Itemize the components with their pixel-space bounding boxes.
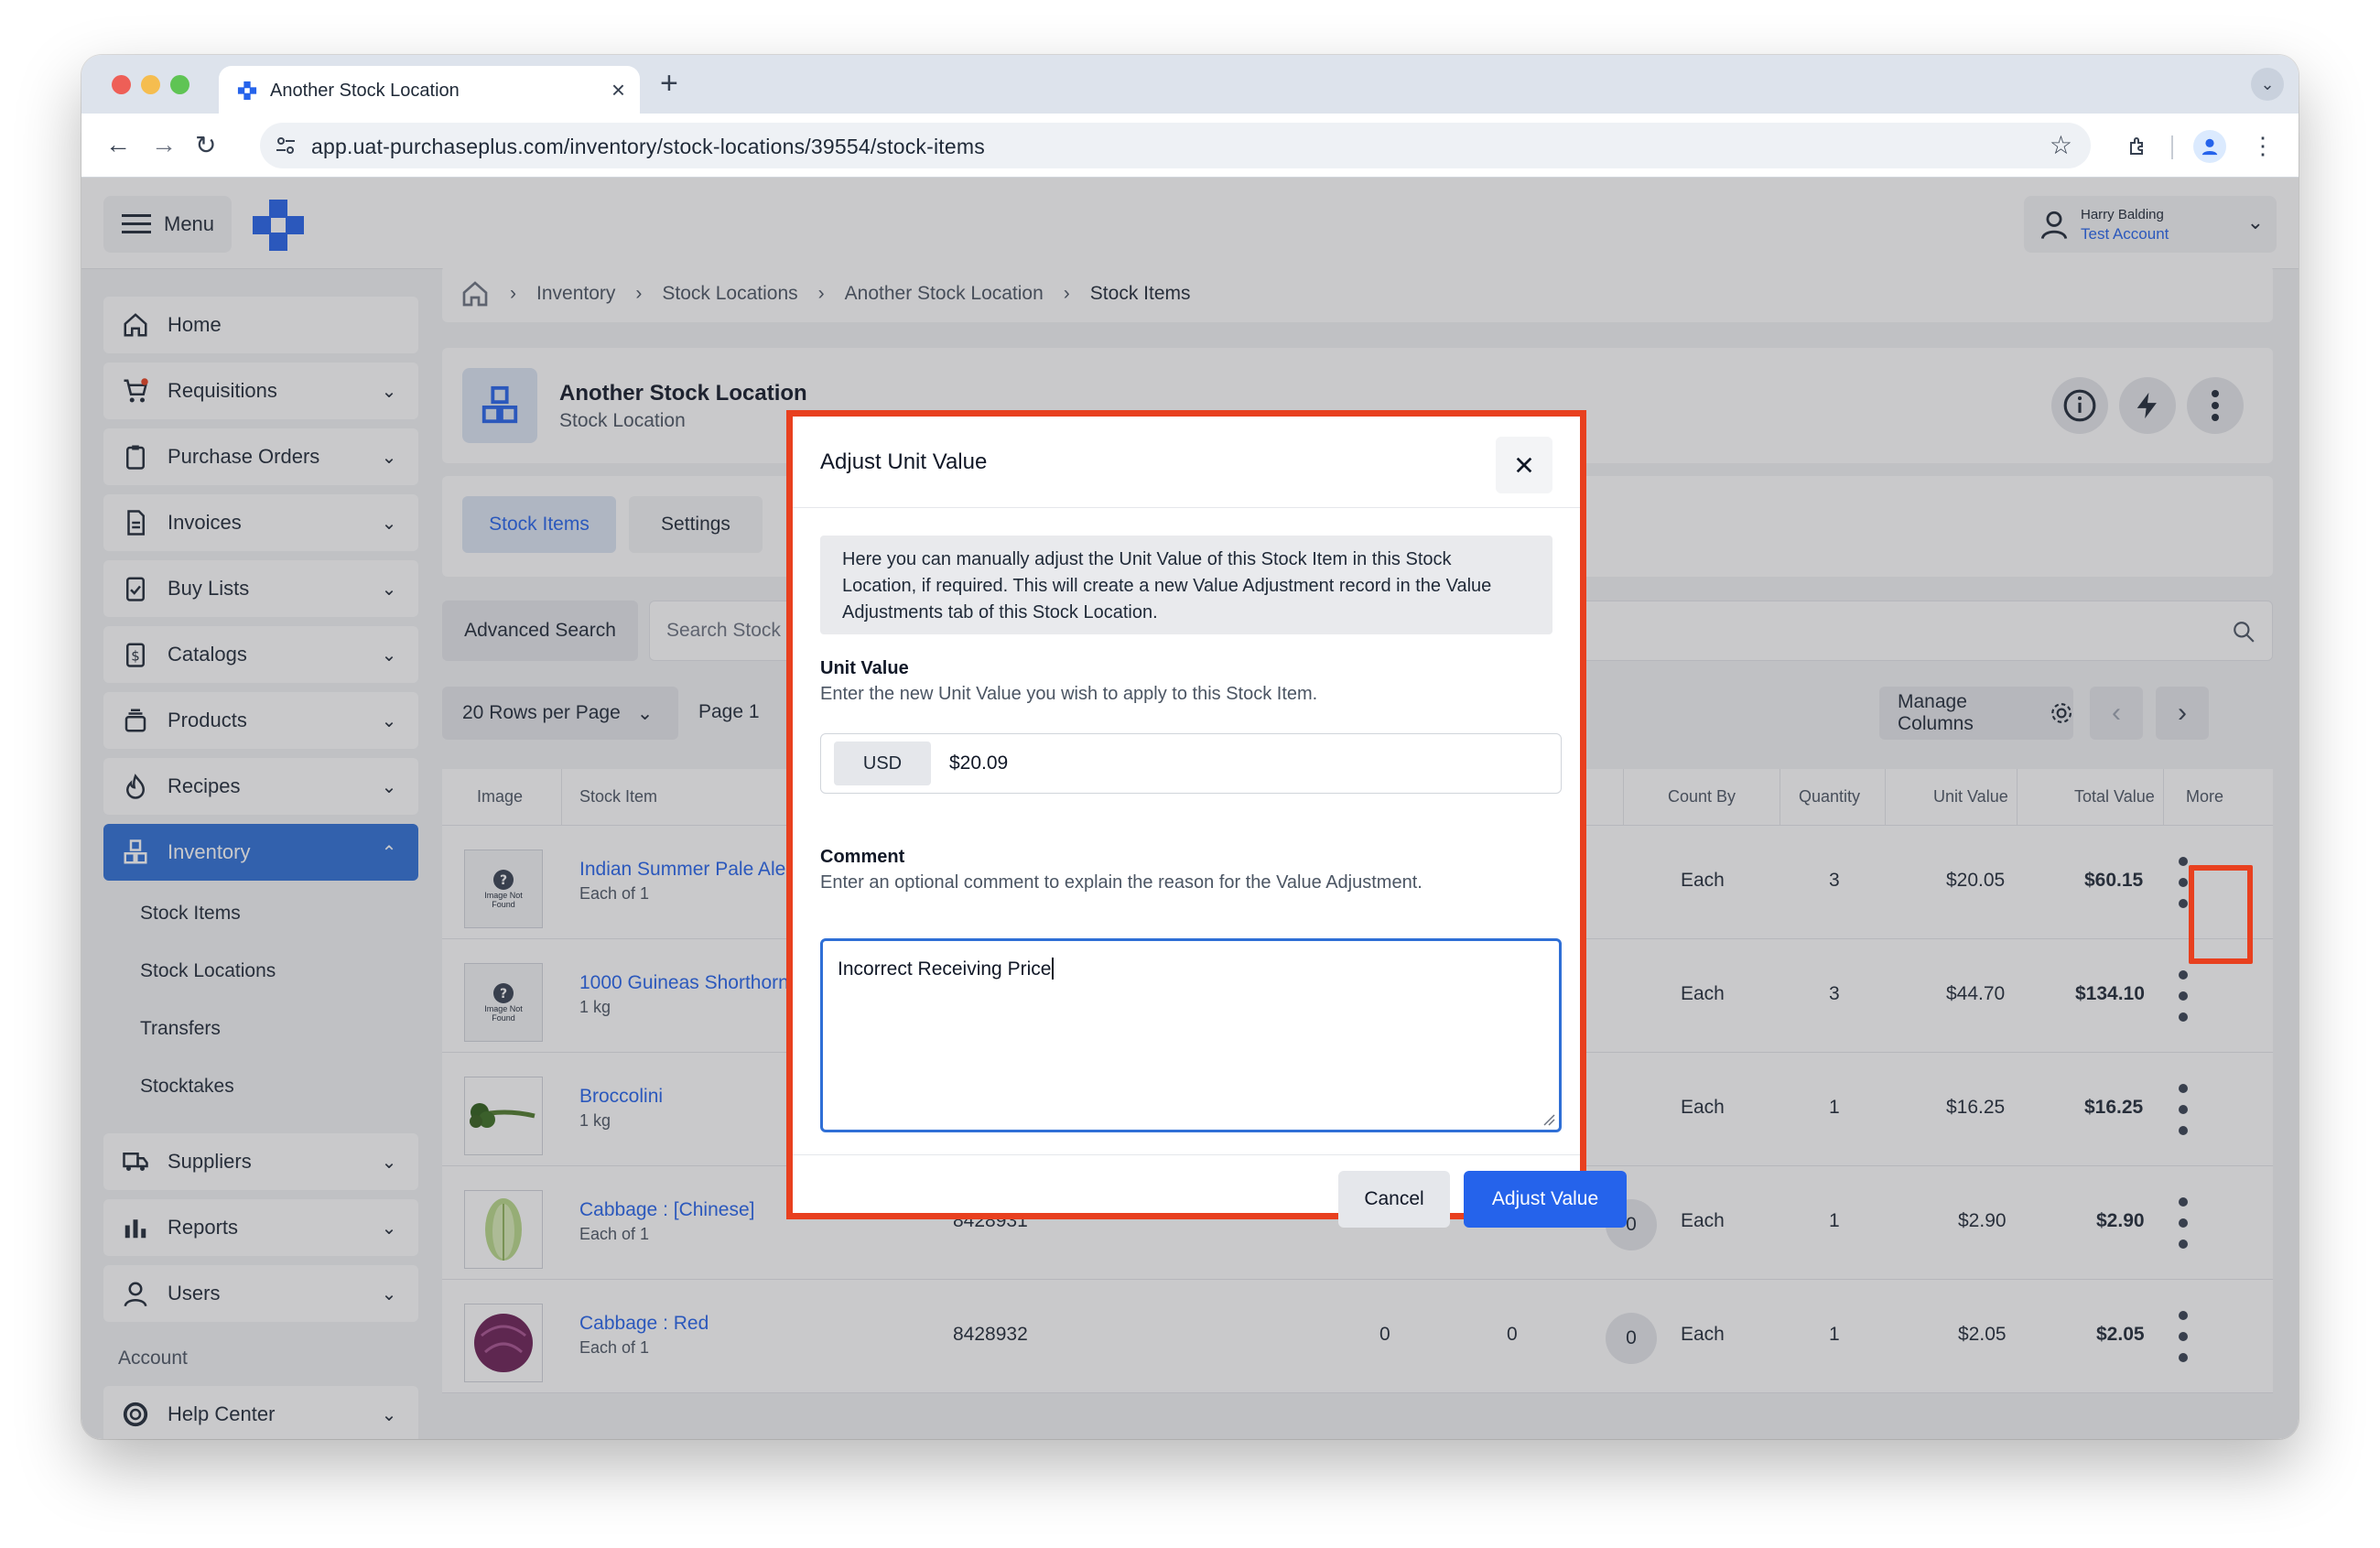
browser-tab[interactable]: Another Stock Location × xyxy=(219,66,640,114)
comment-text: Incorrect Receiving Price xyxy=(838,958,1052,980)
currency-badge: USD xyxy=(834,742,931,785)
new-tab-icon[interactable]: + xyxy=(660,66,678,102)
extensions-puzzle-icon[interactable] xyxy=(2127,135,2149,157)
toolbar-divider xyxy=(2171,135,2173,159)
reload-icon[interactable]: ↻ xyxy=(195,130,216,160)
unit-value-label: Unit Value xyxy=(820,658,909,678)
unit-value-text: $20.09 xyxy=(949,752,1009,774)
back-arrow-icon[interactable]: ← xyxy=(105,130,131,159)
profile-avatar-icon[interactable] xyxy=(2193,130,2226,163)
tab-search-chevron-icon[interactable]: ⌄ xyxy=(2251,68,2284,101)
browser-menu-icon[interactable]: ⋮ xyxy=(2251,132,2275,160)
minimize-window-button[interactable] xyxy=(141,75,160,94)
dialog-info-box: Here you can manually adjust the Unit Va… xyxy=(820,536,1552,634)
highlight-row-more xyxy=(2189,865,2253,964)
comment-textarea[interactable]: Incorrect Receiving Price xyxy=(820,938,1562,1132)
forward-arrow-icon[interactable]: → xyxy=(151,130,177,159)
browser-toolbar: ← → ↻ app.uat-purchaseplus.com/inventory… xyxy=(81,114,2299,178)
adjust-value-button[interactable]: Adjust Value xyxy=(1464,1171,1627,1228)
dialog-footer-divider xyxy=(793,1154,1580,1155)
address-bar[interactable]: app.uat-purchaseplus.com/inventory/stock… xyxy=(260,123,2091,168)
close-icon xyxy=(1516,457,1532,473)
url-text: app.uat-purchaseplus.com/inventory/stock… xyxy=(311,135,985,158)
comment-help: Enter an optional comment to explain the… xyxy=(820,872,1423,893)
adjust-unit-value-dialog: Adjust Unit Value Here you can manually … xyxy=(793,417,1627,1228)
resize-handle-icon[interactable] xyxy=(1542,1113,1555,1126)
browser-window: Another Stock Location × + ⌄ ← → ↻ app.u… xyxy=(81,55,2299,1439)
dialog-title: Adjust Unit Value xyxy=(820,449,988,474)
comment-label: Comment xyxy=(820,847,905,867)
unit-value-help: Enter the new Unit Value you wish to app… xyxy=(820,684,1318,704)
bookmark-star-icon[interactable]: ☆ xyxy=(2050,130,2072,160)
close-dialog-button[interactable] xyxy=(1496,437,1552,493)
cancel-button[interactable]: Cancel xyxy=(1338,1171,1450,1228)
dialog-header: Adjust Unit Value xyxy=(793,417,1580,508)
close-tab-icon[interactable]: × xyxy=(611,76,625,104)
unit-value-field[interactable]: USD $20.09 xyxy=(820,733,1562,794)
text-caret xyxy=(1052,958,1055,980)
browser-tab-title: Another Stock Location xyxy=(270,81,460,101)
browser-tabbar: Another Stock Location × + ⌄ xyxy=(81,55,2299,114)
close-window-button[interactable] xyxy=(112,75,131,94)
maximize-window-button[interactable] xyxy=(170,75,189,94)
site-settings-icon[interactable] xyxy=(275,135,297,157)
purchaseplus-favicon-icon xyxy=(237,81,257,101)
